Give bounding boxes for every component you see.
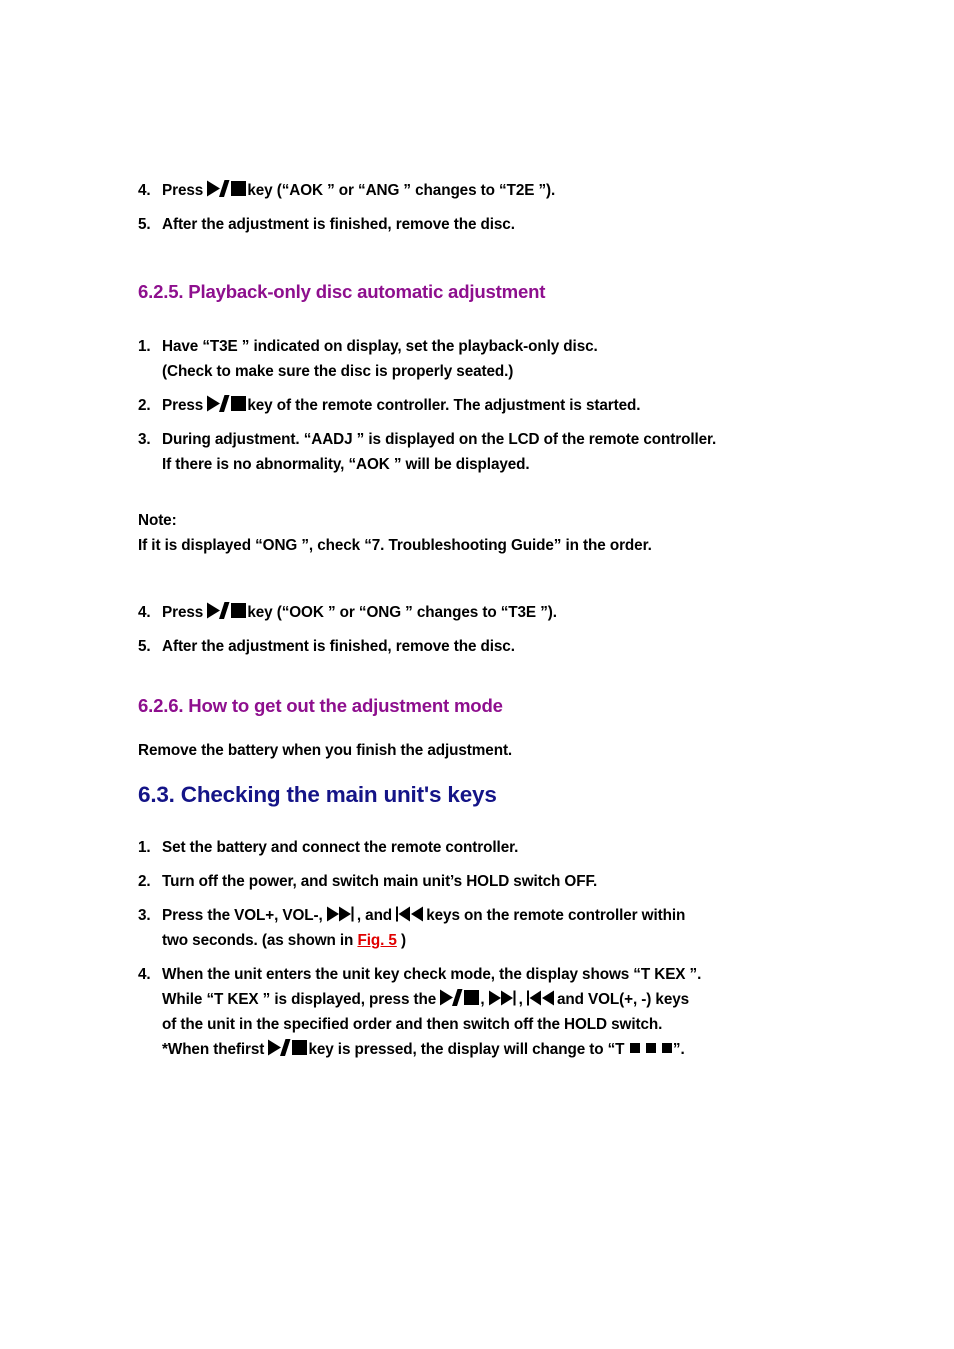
list-item-number: 3. xyxy=(138,907,151,924)
list-item: 2. Press key of the remote controller. Th… xyxy=(138,393,878,418)
list-item: 5. After the adjustment is finished, remo… xyxy=(138,634,878,659)
list-item: 4. Press key (“OOK ” or “ONG ” changes to… xyxy=(138,600,878,625)
play-stop-key-icon xyxy=(207,180,247,197)
list-item: 3. Press the VOL+, VOL-, , and keys on th… xyxy=(138,903,878,953)
list-item-number: 5. xyxy=(138,638,151,655)
list-item-text-post: key (“AOK ” or “ANG ” changes to “T2E ”)… xyxy=(247,182,556,199)
list-item-text-post: key (“OOK ” or “ONG ” changes to “T3E ”)… xyxy=(247,604,557,621)
list-item-number: 2. xyxy=(138,397,151,414)
list-item-text: After the adjustment is finished, remove… xyxy=(162,216,515,233)
list-item-line-4-pre: *When thefirst xyxy=(162,1041,265,1058)
play-stop-key-icon xyxy=(207,602,247,619)
list-item-number: 1. xyxy=(138,839,151,856)
display-square-icon xyxy=(661,1042,673,1054)
rewind-key-icon xyxy=(396,906,426,922)
list-item-line-2-post: ) xyxy=(400,932,406,949)
list-item-text: After the adjustment is finished, remove… xyxy=(162,638,515,655)
list-item-line-2-pre: While “T KEX ” is displayed, press the xyxy=(162,991,437,1008)
figure-5-link[interactable]: Fig. 5 xyxy=(357,932,396,949)
list-item-line-2: If there is no abnormality, “AOK ” will … xyxy=(162,456,530,473)
section-heading-6-2-6: 6.2.6. How to get out the adjustment mod… xyxy=(138,695,503,716)
fast-forward-key-icon xyxy=(326,906,357,922)
note-label: Note: xyxy=(138,512,177,529)
page-content: 4. Press key (“AOK ” or “ANG ” changes to… xyxy=(138,178,878,1071)
list-item-line-3: of the unit in the specified order and t… xyxy=(162,1016,663,1033)
section-6-2-6-paragraph: Remove the battery when you finish the a… xyxy=(138,742,513,759)
list-item-seg-3: keys on the remote controller within xyxy=(426,907,686,924)
section-heading-6-2-5: 6.2.5. Playback-only disc automatic adju… xyxy=(138,281,546,302)
list-item-line-1: When the unit enters the unit key check … xyxy=(162,966,702,983)
list-item-seg-2: , and xyxy=(356,907,393,924)
list-item: 1. Have “T3E ” indicated on display, set … xyxy=(138,334,878,384)
list-item: 4. When the unit enters the unit key chec… xyxy=(138,962,878,1062)
list-item-number: 4. xyxy=(138,182,151,199)
play-stop-key-icon xyxy=(207,395,247,412)
list-item-line-1: During adjustment. “AADJ ” is displayed … xyxy=(162,431,717,448)
rewind-key-icon xyxy=(526,990,557,1006)
note-text: If it is displayed “ONG ”, check “7. Tro… xyxy=(138,537,652,554)
list-item-text-pre: Press xyxy=(162,397,204,414)
list-item-text-post: key of the remote controller. The adjust… xyxy=(247,397,641,414)
list-item: 3. During adjustment. “AADJ ” is displaye… xyxy=(138,427,878,477)
list-item-text: Set the battery and connect the remote c… xyxy=(162,839,519,856)
section-heading-6-3: 6.3. Checking the main unit's keys xyxy=(138,782,497,807)
list-item: 4. Press key (“AOK ” or “ANG ” changes to… xyxy=(138,178,878,203)
list-item: 1. Set the battery and connect the remote… xyxy=(138,835,878,860)
list-item-line-4-mid: key is pressed, the display will change … xyxy=(308,1041,625,1058)
list-item: 5. After the adjustment is finished, remo… xyxy=(138,212,878,237)
list-item-number: 4. xyxy=(138,604,151,621)
list-item-seg-1: Press the VOL+, VOL-, xyxy=(162,907,323,924)
list-item-number: 3. xyxy=(138,431,151,448)
list-item-number: 4. xyxy=(138,966,151,983)
list-item-line-2-pre: two seconds. (as shown in xyxy=(162,932,354,949)
list-item: 2. Turn off the power, and switch main un… xyxy=(138,869,878,894)
list-item-line-4-post: ”. xyxy=(672,1041,685,1058)
list-item-line-2: (Check to make sure the disc is properly… xyxy=(162,363,514,380)
list-item-line-2-post: and VOL(+, -) keys xyxy=(556,991,690,1008)
list-item-text: Turn off the power, and switch main unit… xyxy=(162,873,598,890)
display-square-icon xyxy=(645,1042,657,1054)
play-stop-key-icon xyxy=(268,1039,308,1056)
play-stop-key-icon xyxy=(440,989,480,1006)
document-page: 4. Press key (“AOK ” or “ANG ” changes to… xyxy=(0,0,954,1349)
list-item-number: 2. xyxy=(138,873,151,890)
list-item-text-pre: Press xyxy=(162,182,204,199)
list-item-line-2-mid: , xyxy=(480,991,485,1008)
list-item-number: 1. xyxy=(138,338,151,355)
list-item-text-pre: Press xyxy=(162,604,204,621)
list-item-number: 5. xyxy=(138,216,151,233)
list-item-line-2-mid-2: , xyxy=(518,991,523,1008)
fast-forward-key-icon xyxy=(488,990,519,1006)
display-square-icon xyxy=(629,1042,641,1054)
list-item-line-1: Have “T3E ” indicated on display, set th… xyxy=(162,338,598,355)
